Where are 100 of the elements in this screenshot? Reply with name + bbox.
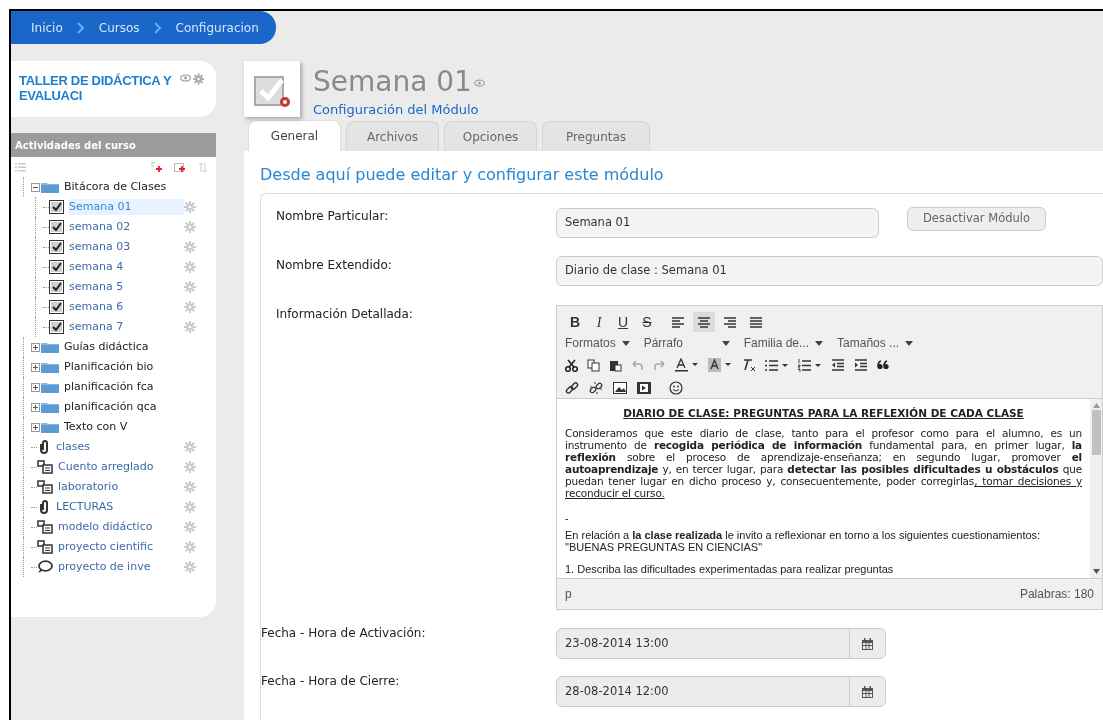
tree-item[interactable]: semana 5 [69,278,184,296]
date-field[interactable]: 28-08-2014 12:00 [556,676,886,707]
scrollbar[interactable] [1090,399,1102,578]
field-label: Nombre Extendido: [276,257,393,274]
format-button[interactable]: S [637,312,657,332]
deactivate-button[interactable]: Desactivar Módulo [907,207,1046,231]
scroll-thumb[interactable] [1091,410,1101,455]
toggle-icon[interactable] [31,422,40,432]
tree-item[interactable]: clases [56,438,184,456]
document-icon [37,520,53,534]
course-title: TALLER DE DIDÁCTICA Y EVALUACI [19,73,172,103]
date-field[interactable]: 23-08-2014 13:00 [556,628,886,659]
dash-text: - [565,513,570,525]
align-center-icon[interactable] [693,312,715,332]
tree-item[interactable]: planificación qca [64,398,196,416]
caret-icon [905,340,914,346]
numbered-list-icon[interactable] [798,358,822,372]
extended-name-field[interactable]: Diario de clase : Semana 01 [556,256,1103,286]
folder-icon [41,361,59,373]
tree-item[interactable]: semana 6 [69,298,184,316]
tree-item[interactable]: planificación fca [64,378,196,396]
chevron-icon [153,21,162,34]
paperclip-icon [37,499,51,515]
field-label: Información Detallada: [276,306,414,323]
add-folder-icon[interactable] [174,161,186,173]
format-button[interactable]: I [589,312,609,332]
clear-format-icon[interactable] [741,358,756,372]
tree-item[interactable]: Cuento arreglado [58,458,184,476]
module-subtitle: Configuración del Módulo [313,101,480,119]
scroll-down-icon[interactable] [1092,569,1100,574]
tree-item[interactable]: semana 4 [69,258,184,276]
tab[interactable]: Archivos [346,121,439,151]
tree-item[interactable]: Semana 01 [69,198,184,216]
breadcrumb-link[interactable]: Inicio [31,18,63,37]
quote-icon[interactable] [877,360,889,370]
bullet-list-icon[interactable] [765,358,789,372]
tree-item[interactable]: Bitácora de Clases [64,178,196,196]
module-icon [244,61,300,117]
indent-icon[interactable] [854,359,868,371]
tree-item[interactable]: semana 03 [69,238,184,256]
breadcrumb-link[interactable]: Configuracion [175,18,259,37]
element-path: p [565,586,572,603]
format-button[interactable]: U [613,312,633,332]
checkbox-icon [49,220,64,234]
content-paragraph: En relación a la clase realizada le invito a reflexionar en torno a los siguientes cuestionamientos: "BUENAS PREGUNTAS EN CIENCIAS" [565,529,1042,553]
caret-icon [815,340,824,346]
toggle-icon[interactable] [31,342,40,352]
dropdown[interactable]: Tamaños ... [837,334,914,352]
format-button[interactable]: B [565,312,585,332]
tree-item[interactable]: proyecto de inve [58,558,184,576]
copy-icon[interactable] [587,358,600,372]
image-icon[interactable] [613,382,627,394]
highlight-color-icon[interactable] [708,358,732,372]
tab[interactable]: General [248,120,341,151]
tree-item[interactable]: modelo didáctico [58,518,184,536]
toggle-icon[interactable] [31,402,40,412]
paperclip-icon [37,439,51,455]
checkbox-icon [49,260,64,274]
toggle-icon[interactable] [31,362,40,372]
paste-icon[interactable] [609,358,622,372]
document-icon [37,480,53,494]
link-icon[interactable] [565,381,579,395]
dropdown[interactable]: Familia de... [743,334,824,352]
dropdown[interactable]: Párrafo [643,334,730,352]
checkbox-icon [49,200,64,214]
folder-icon [41,421,59,433]
tree-item[interactable]: semana 02 [69,218,184,236]
tab[interactable]: Opciones [444,121,537,151]
calendar-icon[interactable] [862,685,873,698]
checkbox-icon [49,320,64,334]
dropdown[interactable]: Formatos [565,334,630,352]
speech-bubble-icon [37,560,53,574]
caret-icon [721,340,730,346]
tab[interactable]: Preguntas [542,121,650,151]
tree-item[interactable]: LECTURAS [56,498,184,516]
breadcrumb-link[interactable]: Cursos [98,18,140,37]
checkbox-icon [49,280,64,294]
tree-item[interactable]: Planificación bio [64,358,196,376]
tree-item[interactable]: Texto con V [64,418,196,436]
outdent-icon[interactable] [831,359,845,371]
caret-icon [621,340,630,346]
tree-item[interactable]: proyecto cientific [58,538,184,556]
tree-item[interactable]: Guías didáctica [64,338,196,356]
toggle-icon[interactable] [31,382,40,392]
field-label: Fecha - Hora de Cierre: [261,673,401,690]
scissors-icon[interactable] [565,358,578,372]
field-label: Nombre Particular: [276,208,390,225]
eye-icon [473,79,485,87]
unlink-icon[interactable] [589,381,603,395]
video-icon[interactable] [637,382,651,394]
calendar-icon[interactable] [862,637,873,650]
name-field[interactable]: Semana 01 [556,208,879,238]
folder-icon [41,381,59,393]
text-color-icon[interactable] [675,358,699,372]
content-paragraph: Consideramos que este diario de clase, tanto para el profesor como para el alumno, es un instrumento de recogida periódica de información fundamental para, en primer lugar, la reflexión sobre el proceso de aprendizaje-enseñanza; en segundo lugar, promover el autoaprendizaje y, en tercer lugar, para detectar las posibles dificultades u obstáculos que puedan tener lugar en dicho proceso y, consecuentemente, poder corregirlas, tomar decisiones y reconducir el curso. [565,427,1082,499]
document-icon [37,540,53,554]
tree-item[interactable]: semana 7 [69,318,184,336]
toggle-icon[interactable] [31,182,40,192]
add-item-icon[interactable] [150,161,162,173]
tree-item[interactable]: laboratorio [58,478,184,496]
